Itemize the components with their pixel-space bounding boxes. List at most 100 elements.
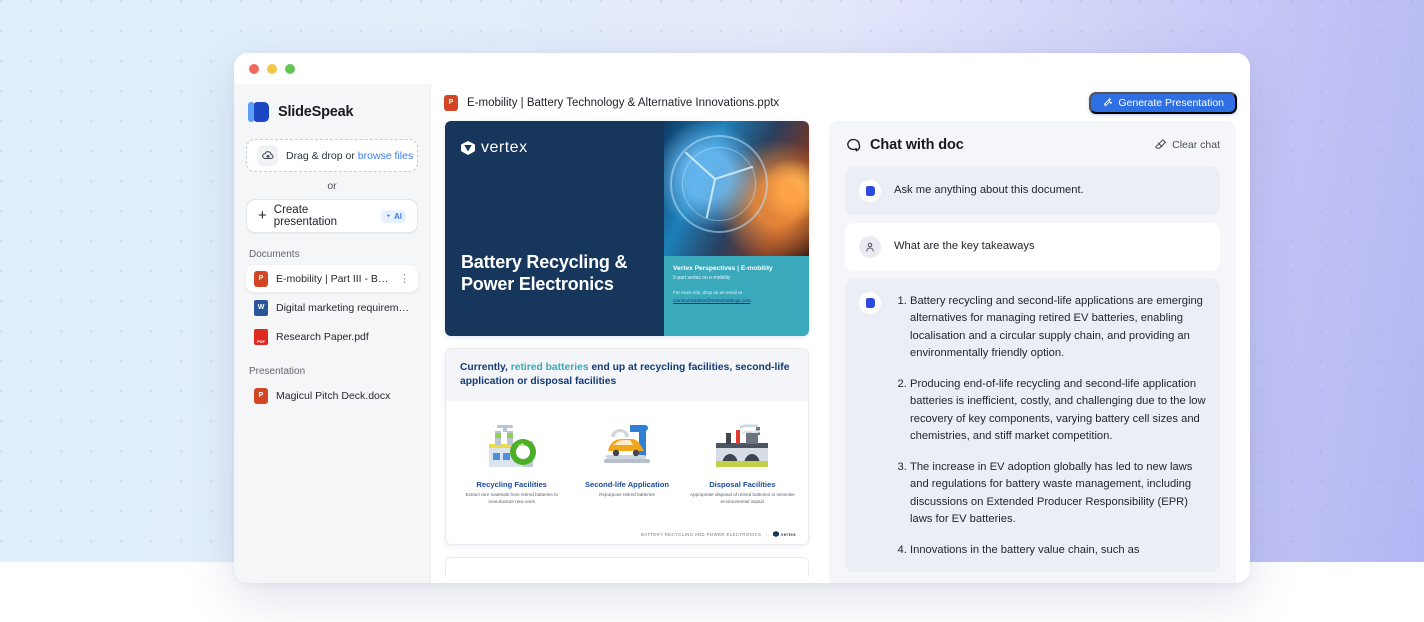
slide1-title: Battery Recycling & Power Electronics: [461, 252, 628, 295]
kebab-menu-icon[interactable]: ⋮: [399, 273, 410, 284]
powerpoint-file-icon: [254, 387, 268, 404]
sidebar-item-label: Research Paper.pdf: [276, 330, 369, 343]
slide2-column-title: Recycling Facilities: [476, 480, 547, 490]
magic-wand-icon: [1102, 97, 1113, 108]
sidebar-item-magicul-pitch-deck[interactable]: Magicul Pitch Deck.docx: [246, 382, 418, 409]
slide2-heading-pre: Currently,: [460, 362, 511, 373]
slide2-column-title: Disposal Facilities: [709, 480, 776, 490]
ai-badge: AI: [381, 209, 406, 223]
screenshot-root: SlideSpeak Drag & drop or browse files o…: [0, 0, 1424, 622]
slide2-column-title: Second-life Application: [584, 480, 670, 490]
slide2-footer: BATTERY RECYCLING AND POWER ELECTRONICS …: [640, 531, 796, 537]
slide2-column-caption: Extract rare materials from retired batt…: [465, 492, 558, 505]
answer-item: The increase in EV adoption globally has…: [910, 459, 1206, 529]
powerpoint-file-icon: [254, 270, 268, 287]
answer-item: Battery recycling and second-life applic…: [910, 293, 1206, 363]
answer-item: Producing end-of-life recycling and seco…: [910, 376, 1206, 446]
window-titlebar: [234, 53, 1250, 84]
slide1-teal-heading: Vertex Perspectives | E-mobility: [673, 265, 773, 272]
brand: SlideSpeak: [246, 97, 418, 123]
slide2-heading-highlight: retired batteries: [510, 362, 589, 373]
slide2-column-caption: Repurpose retired batteries: [599, 492, 655, 498]
slide2-footer-text: BATTERY RECYCLING AND POWER ELECTRONICS: [640, 531, 762, 537]
browse-files-link[interactable]: browse files: [358, 150, 413, 162]
slide1-right: Vertex Perspectives | E-mobility 5-part …: [664, 121, 809, 336]
sidebar-item-research-paper[interactable]: Research Paper.pdf: [246, 323, 418, 350]
powerpoint-file-icon: [444, 94, 458, 111]
section-label-documents: Documents: [249, 249, 300, 260]
answer-list: Battery recycling and second-life applic…: [894, 293, 1206, 559]
slide2-footer-brand: vertex: [772, 531, 796, 537]
slide-thumbnail-2[interactable]: Currently, retired batteries end up at r…: [445, 348, 809, 545]
generate-presentation-button[interactable]: Generate Presentation: [1089, 91, 1237, 114]
vertex-wordmark: vertex: [780, 531, 796, 537]
create-presentation-label: Create presentation: [273, 204, 338, 228]
slide2-column-disposal: Disposal Facilities Appropriate disposal…: [685, 415, 800, 531]
plus-icon: +: [258, 206, 267, 224]
vertex-mark-icon: [772, 531, 779, 537]
sidebar-item-emobility[interactable]: E-mobility | Part III - Bat... ⋮: [246, 265, 418, 292]
sidebar-item-label: Magicul Pitch Deck.docx: [276, 389, 391, 402]
ai-badge-label: AI: [394, 211, 402, 221]
robot-arm-car-icon: [573, 415, 680, 471]
page-title: E-mobility | Battery Technology & Altern…: [467, 96, 780, 109]
main-content: E-mobility | Battery Technology & Altern…: [431, 84, 1250, 583]
eraser-icon: [1154, 138, 1167, 151]
pdf-file-icon: [254, 328, 268, 345]
recycling-plant-icon: [458, 415, 565, 471]
slide-preview-list[interactable]: vertex Battery Recycling & Power Electro…: [445, 121, 813, 583]
slide1-teal-block: Vertex Perspectives | E-mobility 5-part …: [664, 256, 809, 336]
slidespeak-logo-icon: [248, 101, 269, 123]
file-dropzone[interactable]: Drag & drop or browse files: [246, 139, 418, 172]
slide2-column-recycling: Recycling Facilities Extract rare materi…: [454, 415, 569, 531]
window-body: SlideSpeak Drag & drop or browse files o…: [234, 84, 1250, 583]
slide2-heading: Currently, retired batteries end up at r…: [460, 361, 794, 389]
content-panes: vertex Battery Recycling & Power Electro…: [431, 121, 1250, 583]
sidebar: SlideSpeak Drag & drop or browse files o…: [234, 84, 431, 583]
user-avatar: [859, 236, 881, 258]
minimize-window-button[interactable]: [267, 63, 277, 74]
bot-avatar: [859, 180, 881, 202]
vertex-wordmark: vertex: [481, 139, 528, 156]
slide1-teal-note: For more info, drop us an email at: [673, 290, 742, 296]
app-window: SlideSpeak Drag & drop or browse files o…: [234, 53, 1250, 583]
slide2-header: Currently, retired batteries end up at r…: [446, 349, 808, 402]
slide2-columns: Recycling Facilities Extract rare materi…: [446, 401, 808, 531]
brand-name: SlideSpeak: [278, 104, 354, 120]
chat-message-bot-greeting: Ask me anything about this document.: [845, 167, 1220, 215]
create-presentation-button[interactable]: + Create presentation AI: [246, 199, 418, 233]
slide-thumbnail-1[interactable]: vertex Battery Recycling & Power Electro…: [445, 121, 809, 336]
slide1-teal-email: communications@vertexholdings.com: [673, 297, 751, 303]
generate-presentation-label: Generate Presentation: [1118, 96, 1224, 109]
bot-avatar: [859, 292, 881, 314]
slide-thumbnail-3-partial[interactable]: [445, 557, 809, 577]
slide1-left: vertex Battery Recycling & Power Electro…: [445, 121, 664, 336]
answer-item: Innovations in the battery value chain, …: [910, 542, 1206, 559]
upload-cloud-icon: [257, 145, 278, 166]
clear-chat-button[interactable]: Clear chat: [1154, 138, 1220, 151]
sidebar-item-label: Digital marketing requiremen...: [276, 301, 410, 314]
sidebar-item-digital-marketing[interactable]: Digital marketing requiremen...: [246, 294, 418, 321]
chat-header: Chat with doc Clear chat: [845, 136, 1220, 153]
chat-panel: Chat with doc Clear chat Ask me anything…: [829, 121, 1236, 583]
document-topbar: E-mobility | Battery Technology & Altern…: [431, 84, 1250, 121]
slide2-column-secondlife: Second-life Application Repurpose retire…: [569, 415, 684, 531]
chat-message-text: Ask me anything about this document.: [894, 184, 1084, 196]
vertex-logo: vertex: [461, 139, 648, 157]
chat-message-bot-answer: Battery recycling and second-life applic…: [845, 279, 1220, 573]
maximize-window-button[interactable]: [285, 63, 295, 74]
close-window-button[interactable]: [249, 63, 259, 74]
word-file-icon: [254, 299, 268, 316]
slide2-column-caption: Appropriate disposal of retired batterie…: [689, 492, 795, 505]
chat-bubble-icon: [845, 136, 862, 153]
section-label-presentation: Presentation: [249, 366, 306, 377]
dropzone-text: Drag & drop or browse files: [286, 150, 413, 162]
disposal-plant-icon: [689, 415, 796, 471]
sidebar-item-label: E-mobility | Part III - Bat...: [276, 272, 391, 285]
slide1-hero-image: [664, 121, 809, 256]
slide1-teal-sub: 5-part series on e-mobility: [673, 275, 731, 282]
chat-title: Chat with doc: [870, 136, 964, 153]
chat-message-text: What are the key takeaways: [894, 240, 1035, 252]
or-separator: or: [327, 180, 337, 192]
clear-chat-label: Clear chat: [1172, 138, 1220, 151]
